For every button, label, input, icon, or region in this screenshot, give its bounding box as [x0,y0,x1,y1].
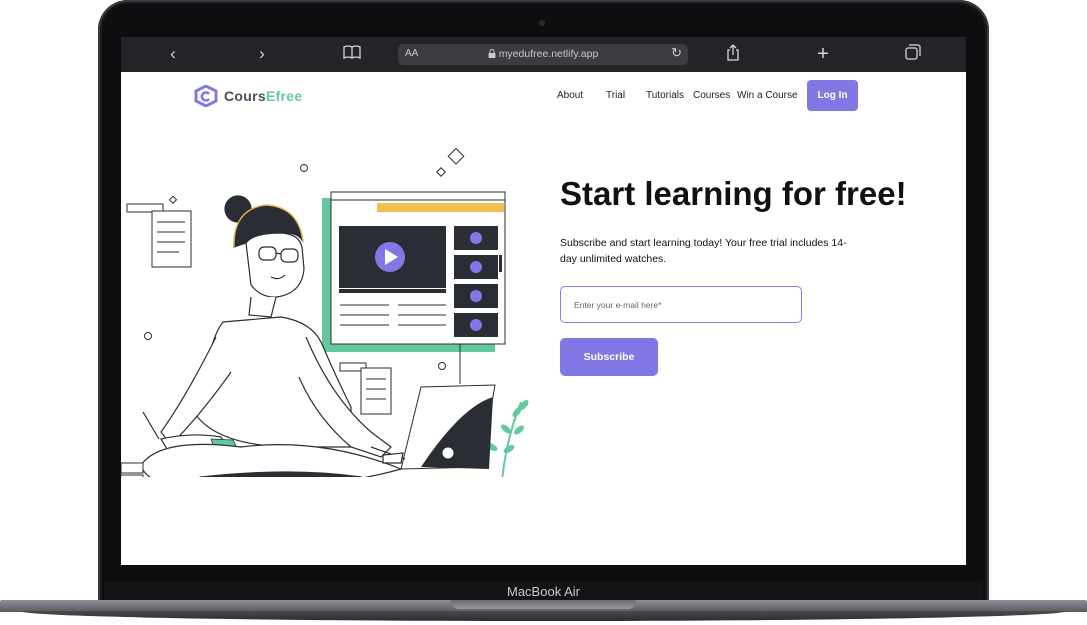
lock-icon [488,49,496,58]
nav-win-a-course[interactable]: Win a Course [737,90,798,101]
url-text: myedufree.netlify.app [398,48,688,60]
browser-screen: ‹ › AA myedufree.netlify.app ↻ + CoursEf… [121,37,966,565]
site-logo[interactable]: CoursEfree [194,85,302,107]
nav-about[interactable]: About [557,90,583,101]
share-icon[interactable] [722,44,744,66]
model-label: MacBook Air [507,584,580,599]
logo-text-part1: Cours [224,88,266,104]
reload-icon[interactable]: ↻ [671,45,682,61]
plus-icon[interactable]: + [812,44,834,64]
hero-illustration [121,147,529,477]
logo-icon [194,85,218,107]
book-icon[interactable] [341,44,363,64]
chevron-left-icon[interactable]: ‹ [162,44,184,64]
hero-headline: Start learning for free! [560,175,907,212]
tabs-icon[interactable] [902,44,924,65]
url-value: myedufree.netlify.app [498,48,599,60]
browser-toolbar: ‹ › AA myedufree.netlify.app ↻ + [121,37,966,72]
email-input[interactable]: Enter your e-mail here* [560,286,802,323]
nav-courses[interactable]: Courses [693,90,730,101]
subscribe-button[interactable]: Subscribe [560,338,658,376]
email-placeholder: Enter your e-mail here* [574,300,662,310]
laptop-base-lip [20,611,1067,621]
chevron-right-icon[interactable]: › [251,44,273,64]
hero-subtext: Subscribe and start learning today! Your… [560,237,847,265]
nav-tutorials[interactable]: Tutorials [646,90,684,101]
nav-trial[interactable]: Trial [606,90,625,101]
login-button[interactable]: Log In [807,80,858,111]
camera-icon [539,20,545,26]
logo-text-part2: Efree [265,88,303,104]
address-bar[interactable]: AA myedufree.netlify.app ↻ [398,44,688,65]
laptop-notch [451,600,636,609]
